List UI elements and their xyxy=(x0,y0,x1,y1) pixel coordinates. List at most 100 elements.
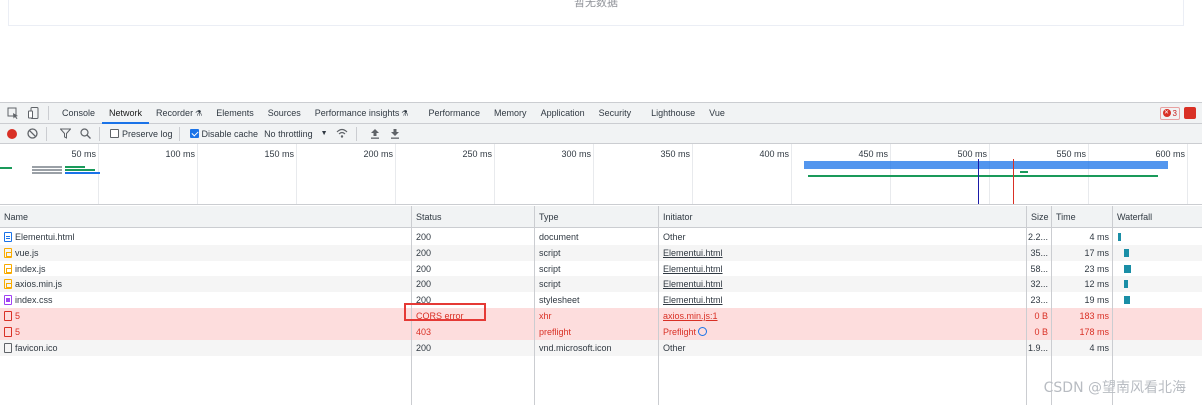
cell-size: 23... xyxy=(1027,292,1052,308)
table-row[interactable]: vue.js 200 script Elementui.html 35... 17 ms xyxy=(0,244,1202,261)
error-count: 3 xyxy=(1172,108,1177,118)
cell-initiator[interactable]: axios.min.js:1 xyxy=(659,308,1027,324)
name-text: index.js xyxy=(15,263,46,274)
column-header-status[interactable]: Status xyxy=(412,206,535,228)
tab-memory[interactable]: Memory xyxy=(487,103,534,124)
filter-button[interactable] xyxy=(57,126,73,142)
checkbox-unchecked xyxy=(110,129,119,138)
script-icon xyxy=(4,247,12,258)
column-header-type[interactable]: Type xyxy=(535,206,659,228)
type-text: script xyxy=(539,263,561,274)
timeline-tick-label: 450 ms xyxy=(858,149,888,159)
column-header-name[interactable]: Name xyxy=(0,206,412,228)
clear-icon xyxy=(26,128,38,139)
device-toolbar-icon[interactable] xyxy=(26,105,42,121)
cell-initiator[interactable]: Elementui.html xyxy=(659,292,1027,308)
clear-button[interactable] xyxy=(24,126,40,142)
cell-type: xhr xyxy=(535,308,659,324)
time-text: 183 ms xyxy=(1079,311,1109,321)
inspect-element-icon[interactable] xyxy=(5,105,21,121)
tab-label: Recorder xyxy=(156,107,194,118)
column-divider xyxy=(1051,206,1052,405)
time-text: 23 ms xyxy=(1084,263,1109,274)
tab-console[interactable]: Console xyxy=(55,103,102,124)
table-row[interactable]: index.js 200 script Elementui.html 58... 23 m… xyxy=(0,261,1202,277)
status-text: 200 xyxy=(416,232,432,242)
import-har-button[interactable] xyxy=(367,126,383,142)
initiator-text: Elementui.html xyxy=(663,279,723,290)
issues-icon[interactable] xyxy=(1184,107,1196,119)
cell-initiator[interactable]: Elementui.html xyxy=(659,276,1027,292)
size-text: 23... xyxy=(1030,295,1048,306)
time-text: 178 ms xyxy=(1079,326,1109,337)
time-text: 4 ms xyxy=(1089,232,1109,242)
tab-performance[interactable]: Performance xyxy=(422,103,488,124)
timeline-tick-label: 350 ms xyxy=(660,149,690,159)
tab-label: Performance xyxy=(428,107,481,118)
column-divider xyxy=(1112,206,1113,405)
preflight-link-icon[interactable] xyxy=(698,326,708,336)
cell-time: 12 ms xyxy=(1052,276,1113,292)
throttling-select[interactable]: No throttling ▼ xyxy=(264,129,327,139)
checkbox-checked xyxy=(189,129,199,138)
name-text: Elementui.html xyxy=(15,232,75,242)
column-header-waterfall[interactable]: Waterfall xyxy=(1113,206,1202,228)
cell-initiator[interactable]: Elementui.html xyxy=(659,245,1027,261)
cell-time: 23 ms xyxy=(1052,261,1113,277)
tab-security[interactable]: Security xyxy=(592,103,639,124)
tab-label: Sources xyxy=(267,107,301,118)
column-header-time[interactable]: Time xyxy=(1052,206,1113,228)
table-row[interactable]: axios.min.js 200 script Elementui.html 32...… xyxy=(0,276,1202,293)
disable-cache-checkbox[interactable]: Disable cache xyxy=(189,129,258,139)
cell-initiator[interactable]: Elementui.html xyxy=(659,261,1027,277)
tab-application[interactable]: Application xyxy=(534,103,592,124)
cell-time: 178 ms xyxy=(1052,324,1113,340)
tab-label: Vue xyxy=(709,107,725,118)
type-text: document xyxy=(539,232,579,242)
type-text: xhr xyxy=(539,311,552,321)
empty-text: 暂无数据 xyxy=(574,0,618,9)
table-row[interactable]: 5 403 preflight Preflight 0 B 178 ms xyxy=(0,323,1202,340)
timeline-request-bar xyxy=(65,166,85,168)
network-overview-timeline[interactable]: 50 ms 100 ms 150 ms 200 ms 250 ms 300 ms 350 m… xyxy=(0,144,1202,205)
column-header-size[interactable]: Size xyxy=(1027,206,1052,228)
timeline-tick-label: 150 ms xyxy=(264,149,294,159)
cell-initiator: Other xyxy=(659,229,1027,245)
search-button[interactable] xyxy=(77,126,93,142)
tab-performance-insights[interactable]: Performance insights ⚗ xyxy=(308,103,416,124)
error-count-badge[interactable]: ✕ 3 xyxy=(1159,106,1180,120)
tab-network[interactable]: Network xyxy=(102,103,150,124)
network-conditions-button[interactable] xyxy=(334,126,350,142)
experimental-flask-icon: ⚗ xyxy=(401,108,409,118)
cell-size: 0 B xyxy=(1027,308,1052,324)
cell-name: axios.min.js xyxy=(0,276,412,292)
type-text: script xyxy=(539,279,561,290)
table-row[interactable]: Elementui.html 200 document Other 2.2... 4 ms xyxy=(0,229,1202,245)
cell-initiator: Preflight xyxy=(659,324,1027,340)
timeline-tick-label: 50 ms xyxy=(71,149,96,159)
table-row[interactable]: index.css 200 stylesheet Elementui.html 23..… xyxy=(0,292,1202,308)
initiator-text: Elementui.html xyxy=(663,247,723,258)
tab-vue[interactable]: Vue xyxy=(702,103,732,124)
tab-elements[interactable]: Elements xyxy=(209,103,261,124)
cell-name: index.js xyxy=(0,261,412,277)
export-har-button[interactable] xyxy=(387,126,403,142)
xhr-icon xyxy=(4,326,12,337)
preserve-log-checkbox[interactable]: Preserve log xyxy=(110,129,173,139)
page-content: 暂无数据 xyxy=(0,0,1202,102)
tab-recorder[interactable]: Recorder ⚗ xyxy=(149,103,209,124)
timeline-tick-label: 550 ms xyxy=(1056,149,1086,159)
timeline-gridline xyxy=(989,144,990,204)
preserve-log-label: Preserve log xyxy=(122,128,173,139)
column-header-initiator[interactable]: Initiator xyxy=(659,206,1027,228)
table-row[interactable]: favicon.ico 200 vnd.microsoft.icon Other 1.9… xyxy=(0,339,1202,356)
record-button[interactable] xyxy=(4,126,20,142)
tab-label: Elements xyxy=(216,107,254,118)
cell-time: 17 ms xyxy=(1052,245,1113,261)
tab-sources[interactable]: Sources xyxy=(261,103,308,124)
column-divider xyxy=(534,206,535,405)
table-row[interactable]: 5 CORS error xhr axios.min.js:1 0 B 183 ms xyxy=(0,308,1202,324)
experimental-flask-icon: ⚗ xyxy=(195,108,203,118)
devtools-panel: Console Network Recorder ⚗ Elements Sources Pe… xyxy=(0,102,1202,405)
tab-lighthouse[interactable]: Lighthouse xyxy=(644,103,702,124)
